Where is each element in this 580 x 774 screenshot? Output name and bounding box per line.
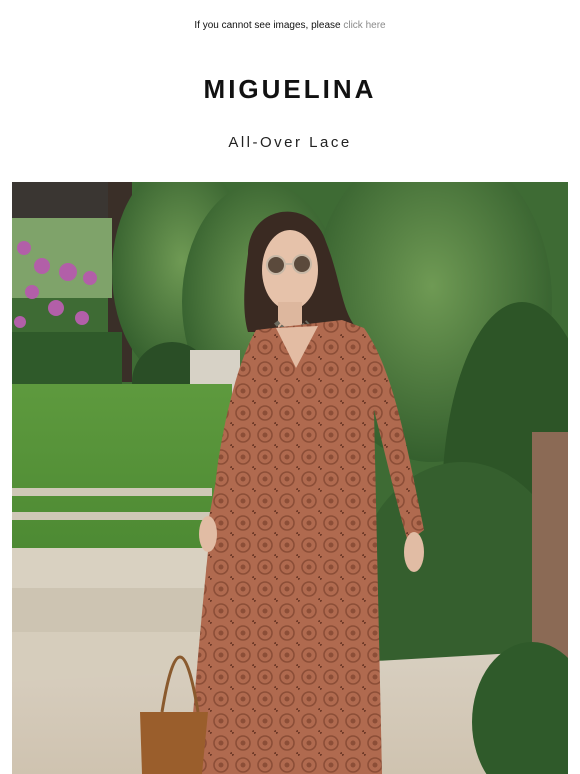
hero-photo-illustration <box>12 182 568 774</box>
preheader-text: If you cannot see images, please <box>194 20 341 31</box>
view-online-link[interactable]: click here <box>343 20 385 31</box>
brand-logo[interactable]: MIGUELINA <box>0 74 580 105</box>
campaign-subheading: All-Over Lace <box>228 134 352 151</box>
preheader: If you cannot see images, please click h… <box>0 20 580 31</box>
hero-image[interactable] <box>12 182 568 774</box>
